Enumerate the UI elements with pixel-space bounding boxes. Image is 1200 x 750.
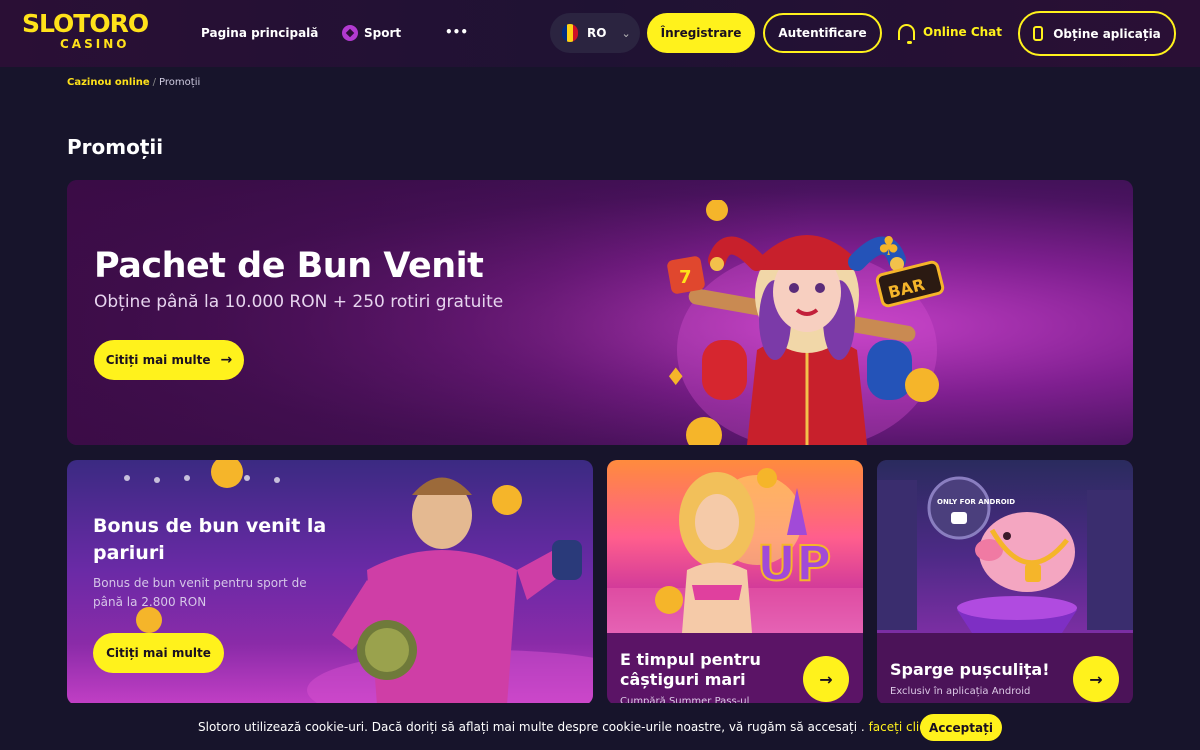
arrow-right-icon: → (1089, 669, 1103, 689)
cookie-banner: Slotoro utilizează cookie-uri. Dacă dori… (0, 703, 1200, 750)
romania-flag-icon (562, 24, 578, 42)
login-button[interactable]: Autentificare (763, 13, 882, 53)
android-badge-label: ONLY FOR ANDROID (937, 498, 1015, 506)
sports-bonus-text: Bonus de bun venit pentru sport de până … (93, 576, 307, 609)
logo-subtitle: CASINO (60, 37, 130, 51)
diamond-icon: ♦ (665, 363, 687, 391)
soccer-ball-icon (342, 25, 358, 41)
hero-title: Pachet de Bun Venit (94, 246, 484, 286)
summer-pass-image: UP (607, 460, 863, 633)
jester-illustration: 7 BAR ♣ ♦ (665, 200, 945, 445)
online-chat-label: Online Chat (923, 25, 1003, 39)
register-button[interactable]: Înregistrare (647, 13, 755, 53)
logo-wordmark: SLOTORO (22, 9, 149, 38)
nav-home[interactable]: Pagina principală (201, 24, 318, 42)
piggy-bank-text: Exclusiv în aplicația Android (890, 686, 1031, 697)
page-title: Promoții (67, 135, 164, 159)
piggy-bank-arrow-button[interactable]: → (1073, 656, 1119, 702)
cookie-message: Slotoro utilizează cookie-uri. Dacă dori… (198, 720, 950, 734)
breadcrumb-home-link[interactable]: Cazinou online (67, 77, 150, 88)
breadcrumb-separator: / (152, 77, 157, 88)
phone-icon (1033, 26, 1044, 41)
hero-read-more-button[interactable]: Citiți mai multe → (94, 340, 244, 380)
welcome-package-banner[interactable]: 7 BAR ♣ ♦ Pachet de Bun Venit Obține pân… (67, 180, 1133, 445)
slotoro-logo[interactable]: SLOTORO CASINO (22, 10, 158, 56)
language-code: RO (587, 26, 607, 40)
hero-read-more-label: Citiți mai multe (105, 353, 211, 367)
sports-bonus-card[interactable]: Bonus de bun venit la pariuri Bonus de b… (67, 460, 593, 705)
sports-bonus-title: Bonus de bun venit la pariuri (93, 515, 327, 564)
cookie-text: Slotoro utilizează cookie-uri. Dacă dori… (198, 720, 865, 734)
summer-pass-title: E timpul pentru câștiguri mari (620, 650, 761, 689)
dice-label: 7 (679, 267, 692, 288)
get-app-label: Obține aplicația (1053, 26, 1161, 41)
breadcrumb-current: Promoții (159, 77, 201, 88)
more-menu-button[interactable]: ••• (445, 23, 468, 41)
clover-icon: ♣ (877, 232, 900, 262)
nav-sport[interactable]: Sport (342, 24, 401, 42)
sports-read-more-button[interactable]: Citiți mai multe (93, 633, 224, 673)
summer-pass-card[interactable]: UP E timpul pentru câștiguri mari Cumpăr… (607, 460, 863, 705)
piggy-bank-image: ONLY FOR ANDROID (877, 460, 1133, 633)
language-selector[interactable]: RO ⌄ (550, 13, 640, 53)
hero-subtitle: Obține până la 10.000 RON + 250 rotiri g… (94, 292, 504, 312)
up-art-label: UP (757, 536, 831, 592)
get-app-button[interactable]: Obține aplicația (1018, 11, 1176, 56)
headset-icon (898, 24, 915, 44)
accept-cookies-button[interactable]: Acceptați (920, 714, 1002, 741)
piggy-bank-card[interactable]: ONLY FOR ANDROID Sparge pușculița! Exclu… (877, 460, 1133, 705)
arrow-right-icon: → (220, 352, 233, 368)
chevron-down-icon: ⌄ (621, 26, 631, 40)
top-header: SLOTORO CASINO Pagina principală Sport •… (0, 0, 1200, 67)
piggy-bank-title: Sparge pușculița! (890, 660, 1050, 679)
nav-sport-label: Sport (364, 26, 402, 40)
arrow-right-icon: → (819, 669, 833, 689)
online-chat-button[interactable]: Online Chat (898, 24, 1003, 44)
summer-pass-arrow-button[interactable]: → (803, 656, 849, 702)
breadcrumb: Cazinou online / Promoții (67, 76, 200, 90)
